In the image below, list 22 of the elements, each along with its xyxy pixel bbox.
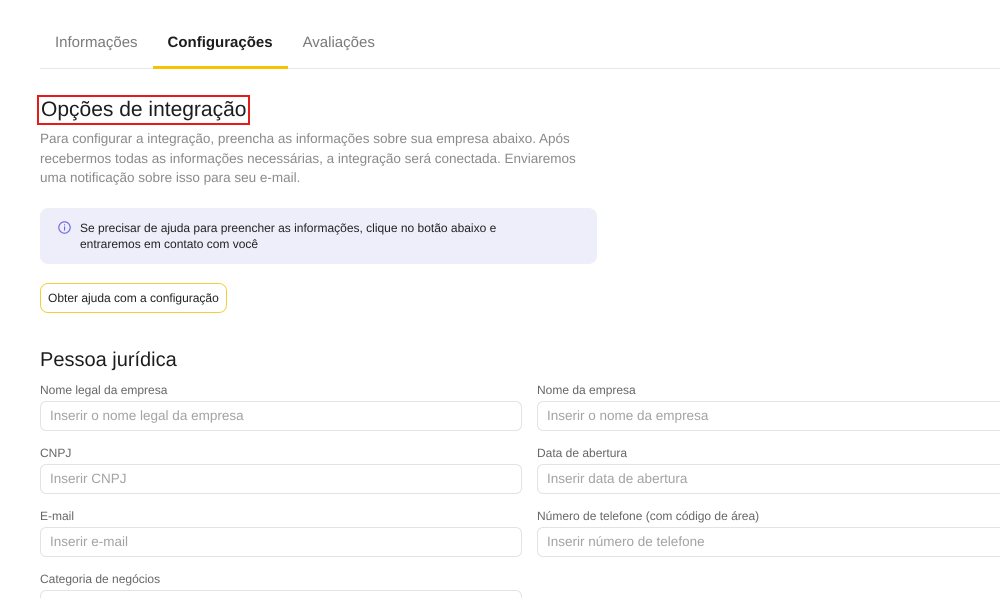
- input-field[interactable]: Inserir e-mail: [40, 526, 522, 556]
- field-label: Nome da empresa: [537, 382, 636, 396]
- tab[interactable]: Avaliações: [288, 22, 390, 69]
- field-label: CNPJ: [40, 446, 72, 460]
- field-label: Número de telefone (com código de área): [537, 508, 760, 522]
- info-icon: [58, 220, 71, 234]
- input-field[interactable]: Inserir número de telefone: [537, 526, 1000, 556]
- field-label: E-mail: [40, 508, 74, 522]
- input-field[interactable]: Inserir data de abertura: [537, 464, 1000, 494]
- tab[interactable]: Informações: [40, 22, 153, 69]
- tab[interactable]: Configurações: [152, 22, 288, 69]
- input-field[interactable]: Inserir o nome da empresa: [537, 400, 1000, 430]
- notice-text: Se precisar de ajuda para preencher as informações, clique no botão abaixo e entraremos em contato com você: [80, 220, 498, 252]
- section-title: Pessoa jurídica: [40, 348, 178, 372]
- help-button[interactable]: Obter ajuda com a configuração: [40, 282, 227, 312]
- field-label: Categoria de negócios: [40, 572, 160, 586]
- description-text: Para configurar a integração, preencha as informações sobre sua empresa abaixo. Após recebermos todas as informações necessárias, a integração será conectada. Enviaremos uma notificação sobre isso para seu e-mail.: [40, 130, 577, 187]
- input-field[interactable]: Inserir CNPJ: [40, 464, 522, 494]
- field-label: Nome legal da empresa: [40, 382, 168, 396]
- field-label: Data de abertura: [537, 446, 628, 460]
- section-heading: Opções de integração: [37, 95, 250, 125]
- input-field[interactable]: Inserir o nome legal da empresa: [40, 400, 522, 430]
